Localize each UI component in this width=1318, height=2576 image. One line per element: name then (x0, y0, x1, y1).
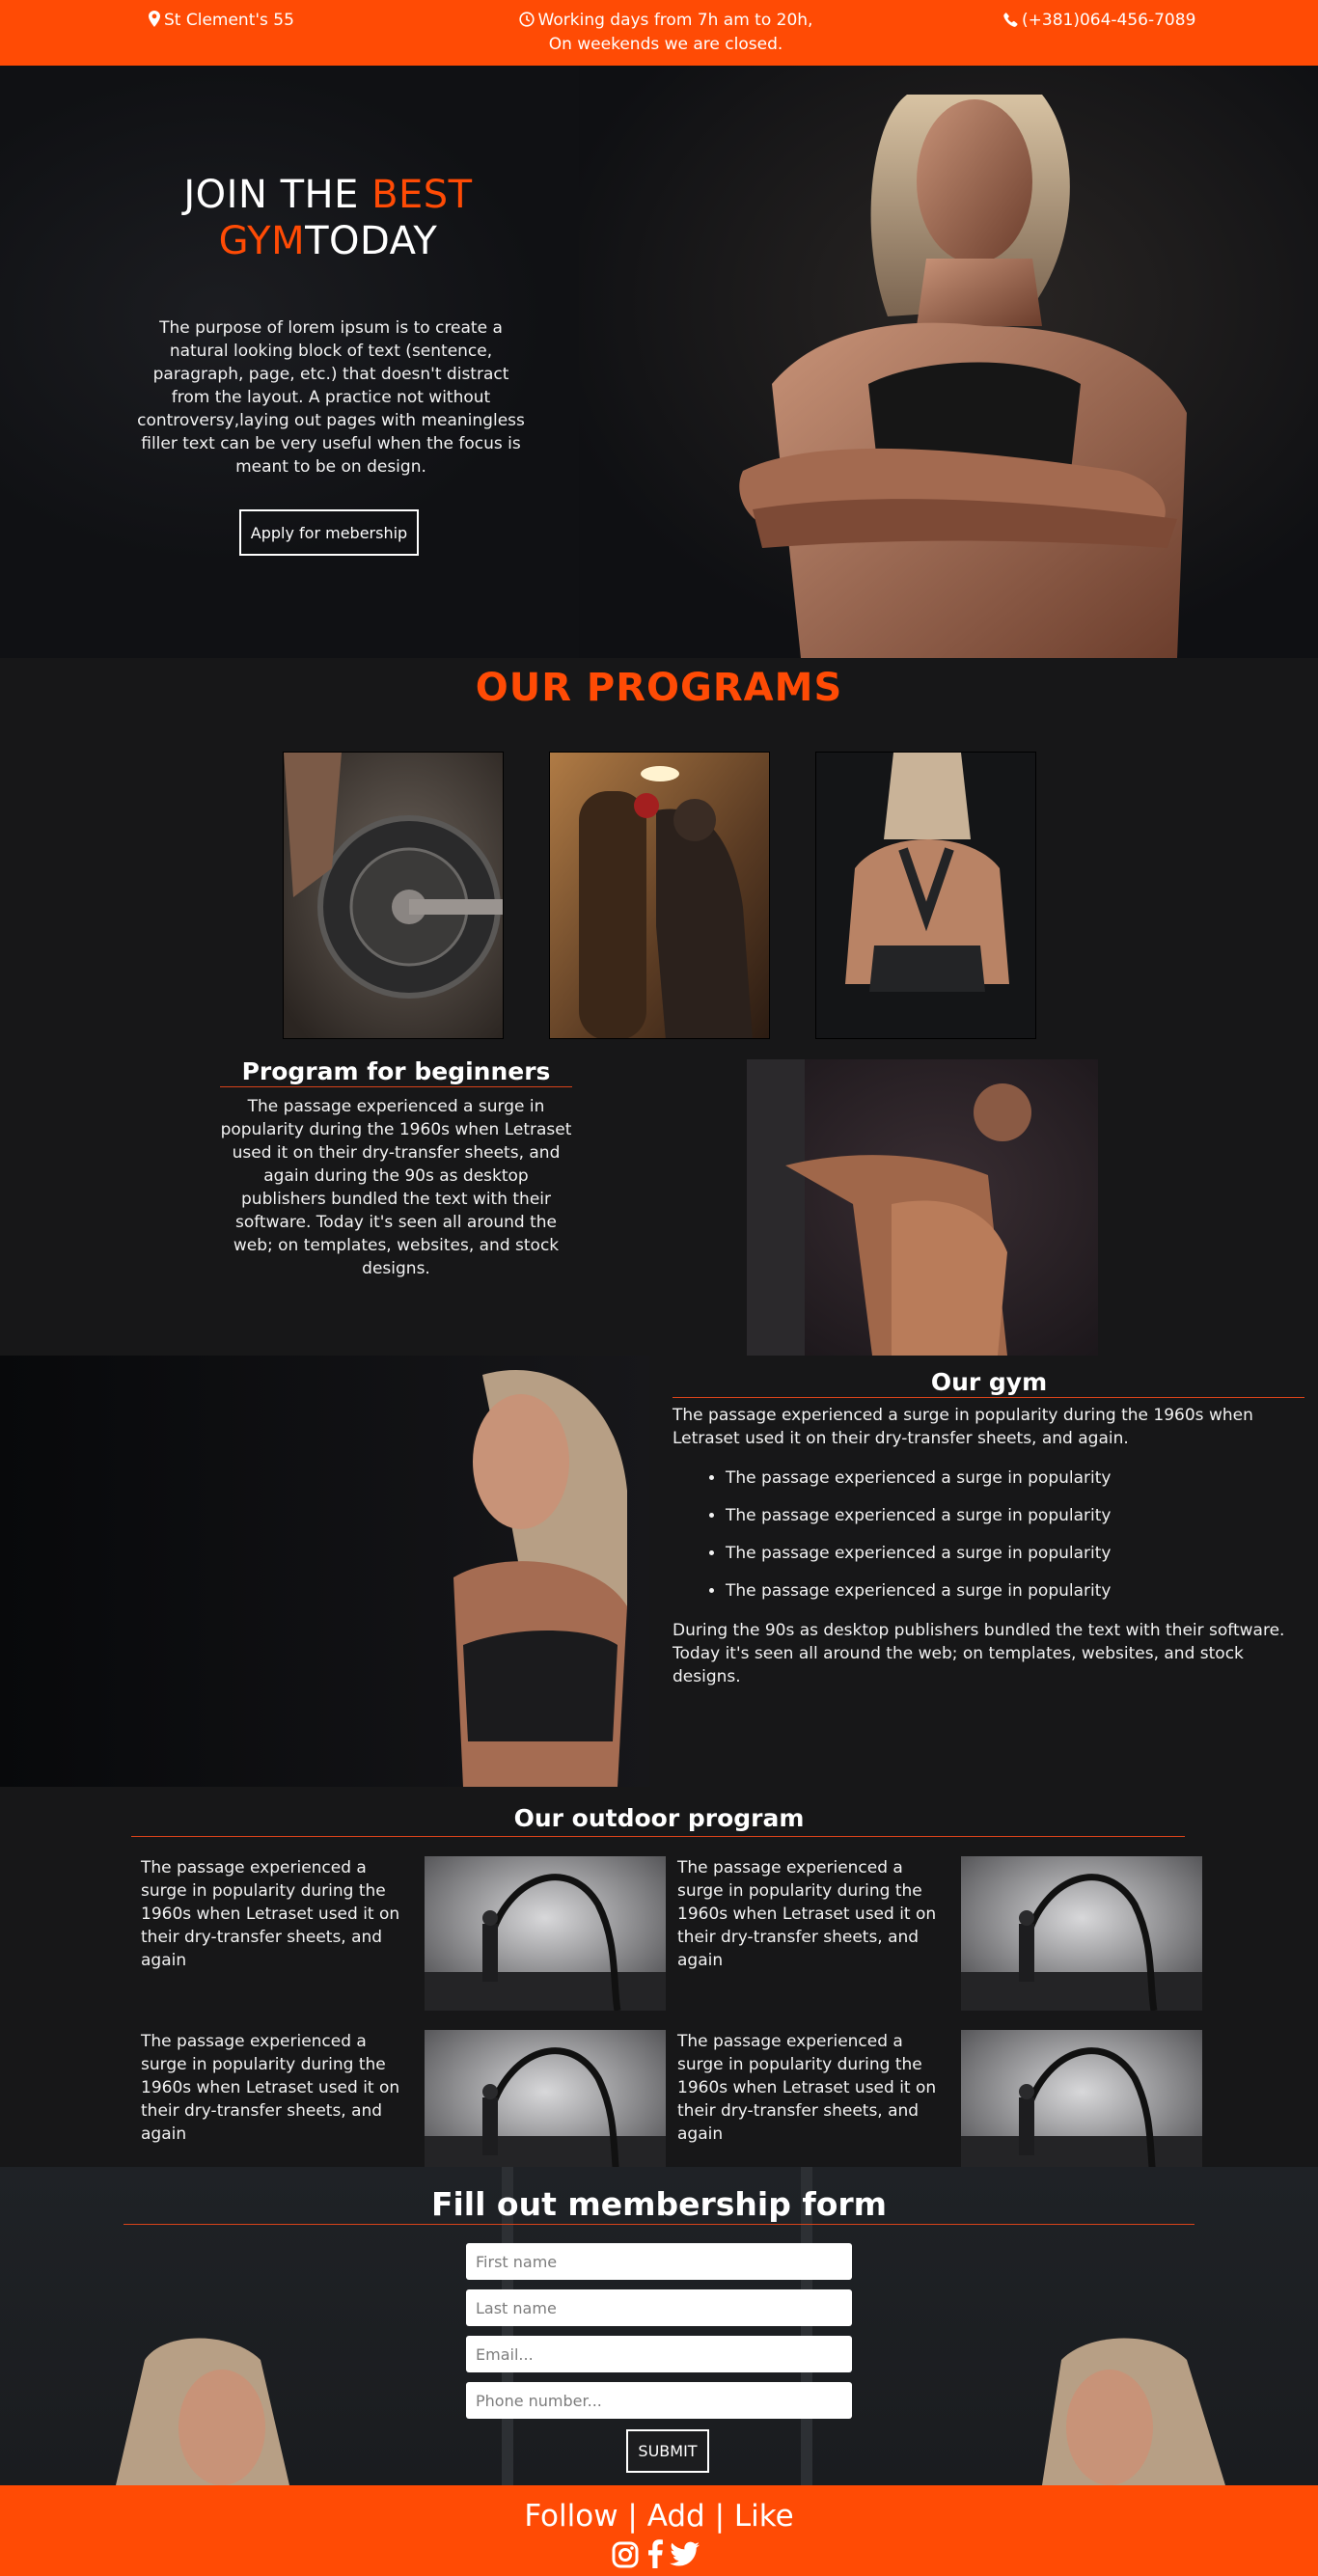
outdoor-item-text: The passage experienced a surge in popul… (141, 2032, 400, 2144)
submit-button[interactable]: SUBMIT (626, 2429, 709, 2473)
outdoor-item-image (961, 2030, 1202, 2184)
list-item: The passage experienced a surge in popul… (726, 1579, 1266, 1603)
footer-text: Follow | Add | Like (524, 2499, 794, 2534)
hours-item: Working days from 7h am to 20h, On weeke… (482, 9, 849, 57)
apply-membership-button[interactable]: Apply for mebership (239, 509, 419, 556)
battle-rope-image (961, 2030, 1202, 2184)
hero-title-join: JOIN THE (183, 173, 372, 217)
boxing-bag-image (550, 753, 769, 1038)
hero-title-best: BEST (371, 173, 473, 217)
hero-title-gym: GYM (218, 219, 306, 263)
muscular-man-image (747, 1059, 1098, 1356)
battle-rope-image (961, 1856, 1202, 2011)
gym-divider (673, 1397, 1304, 1398)
woman-profile-image (0, 1356, 649, 1787)
facebook-icon[interactable] (646, 2539, 664, 2568)
phone-field[interactable] (466, 2382, 852, 2419)
first-name-field[interactable] (466, 2243, 852, 2280)
instagram-icon[interactable] (612, 2541, 639, 2568)
gym-outro: During the 90s as desktop publishers bun… (673, 1621, 1285, 1686)
footer: Follow | Add | Like (0, 2485, 1318, 2576)
program-image-boxing[interactable] (549, 752, 770, 1039)
beginners-divider (220, 1086, 572, 1087)
battle-rope-image (425, 1856, 666, 2011)
address-item: St Clement's 55 (149, 9, 294, 33)
barbell-plate-image (284, 753, 503, 1038)
battle-rope-image (425, 2030, 666, 2184)
address-text: St Clement's 55 (164, 11, 294, 30)
email-field[interactable] (466, 2336, 852, 2372)
beginners-title: Program for beginners (241, 1057, 551, 1085)
hero-section: JOIN THE BEST GYMTODAY The purpose of lo… (0, 66, 1318, 658)
program-image-weights[interactable] (283, 752, 504, 1039)
outdoor-item-image (425, 2030, 666, 2184)
form-divider (124, 2224, 1194, 2225)
clock-icon (518, 12, 535, 27)
last-name-field[interactable] (466, 2289, 852, 2326)
outdoor-item-text: The passage experienced a surge in popul… (141, 1858, 400, 1970)
hero-title-today: TODAY (305, 219, 438, 263)
outdoor-item-text: The passage experienced a surge in popul… (677, 1858, 937, 1970)
outdoor-item-text: The passage experienced a surge in popul… (677, 2032, 937, 2144)
beginners-image (747, 1059, 1098, 1356)
map-marker-icon (149, 11, 160, 27)
hero-title: JOIN THE BEST GYMTODAY (135, 172, 521, 264)
gym-list: The passage experienced a surge in popul… (726, 1466, 1266, 1617)
hours-line-2: On weekends we are closed. (548, 35, 783, 54)
gym-title: Our gym (930, 1368, 1048, 1396)
beginners-text: The passage experienced a surge in popul… (220, 1097, 572, 1278)
list-item: The passage experienced a surge in popul… (726, 1504, 1266, 1527)
programs-title: OUR PROGRAMS (475, 666, 843, 710)
outdoor-item-image (961, 1856, 1202, 2011)
phone-text: (+381)064-456-7089 (1022, 11, 1196, 30)
phone-item[interactable]: (+381)064-456-7089 (1003, 9, 1195, 33)
form-title: Fill out membership form (430, 2185, 888, 2223)
top-info-bar: St Clement's 55 Working days from 7h am … (0, 0, 1318, 66)
outdoor-divider (131, 1836, 1185, 1837)
list-item: The passage experienced a surge in popul… (726, 1542, 1266, 1565)
twitter-icon[interactable] (670, 2541, 700, 2568)
outdoor-item-image (425, 1856, 666, 2011)
list-item: The passage experienced a surge in popul… (726, 1466, 1266, 1490)
athlete-back-image (816, 753, 1035, 1038)
hero-athlete-image (579, 66, 1318, 658)
outdoor-title: Our outdoor program (513, 1804, 805, 1832)
gym-intro: The passage experienced a surge in popul… (673, 1406, 1253, 1448)
hero-description: The purpose of lorem ipsum is to create … (137, 318, 525, 477)
program-image-back[interactable] (815, 752, 1036, 1039)
social-links (612, 2539, 708, 2570)
hours-line-1: Working days from 7h am to 20h, (537, 11, 813, 30)
gym-image (0, 1356, 649, 1787)
phone-icon (1003, 13, 1018, 27)
